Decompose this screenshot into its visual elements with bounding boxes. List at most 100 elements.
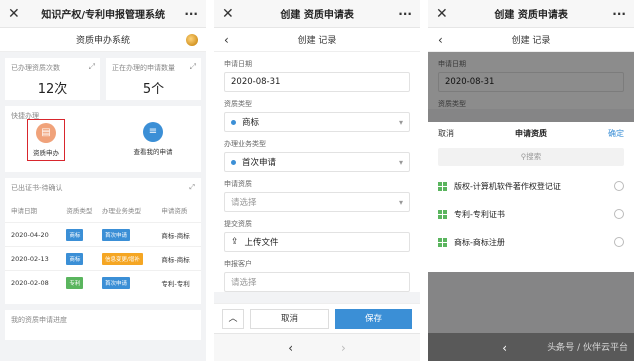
form-actions: ︿ 取消 保存 — [214, 303, 420, 333]
sheet-confirm-button[interactable]: 确定 — [608, 128, 624, 139]
back-icon[interactable]: ‹ — [438, 33, 443, 47]
type-tag: 专利 — [66, 276, 84, 289]
nav-forward-icon[interactable]: › — [341, 341, 346, 355]
phone-dashboard: ✕ 知识产权/专利申报管理系统 ··· 资质申办系统 已办理资质次数 ⤢ 12次… — [0, 0, 206, 361]
customer-select[interactable]: 请选择 — [224, 272, 410, 292]
chevron-down-icon: ▾ — [398, 197, 403, 207]
column-header: 申请资质 — [161, 207, 188, 215]
more-icon[interactable]: ··· — [398, 7, 412, 21]
option-item[interactable]: 商标-商标注册 — [428, 228, 634, 256]
chevron-down-icon: ▾ — [398, 157, 403, 167]
type-tag: 商标 — [66, 252, 84, 265]
field-placeholder: 请选择 — [231, 198, 257, 208]
phone-create-form: ✕ 创建 资质申请表 ··· ‹ 创建 记录 申请日期 2020-08-31 资… — [214, 0, 420, 361]
field-label: 申报客户 — [224, 260, 252, 268]
cell-date: 2020-04-20 — [11, 230, 49, 239]
expand-icon[interactable]: ⤢ — [189, 183, 195, 193]
option-label: 版权-计算机软件著作权登记证 — [454, 181, 561, 191]
close-icon[interactable]: ✕ — [8, 6, 22, 22]
cell-qualification: 商标-商标 — [161, 255, 190, 264]
upload-file-button[interactable]: ⇪ 上传文件 — [224, 232, 410, 252]
expand-icon[interactable]: ⤢ — [89, 62, 95, 72]
column-header: 办理业务类型 — [102, 207, 142, 215]
qualification-type-select[interactable]: 商标 ▾ — [224, 112, 410, 132]
stat-card-completed: 已办理资质次数 ⤢ 12次 — [5, 58, 100, 100]
window-title: 创建 资质申请表 — [494, 10, 568, 21]
search-placeholder: 搜索 — [526, 152, 542, 161]
view-my-applications-button[interactable]: ≡ 查看我的申请 — [123, 122, 183, 156]
cell-qualification: 专利-专利 — [161, 279, 190, 288]
top-bar: ✕ 创建 资质申请表 ··· — [214, 0, 420, 28]
application-form: 申请日期 2020-08-31 资质类型 商标 ▾ 办理业务类型 首次申请 ▾ 申请… — [214, 52, 420, 292]
field-label: 办理业务类型 — [224, 140, 266, 148]
date-field[interactable]: 2020-08-31 — [224, 72, 410, 92]
qualification-select[interactable]: 请选择 ▾ — [224, 192, 410, 212]
page-header: 资质申办系统 — [0, 28, 206, 52]
certificates-table-card: 已出证书-待确认 ⤢ 申请日期 资质类型 办理业务类型 申请资质 2020-04… — [5, 178, 201, 304]
close-icon[interactable]: ✕ — [436, 6, 450, 22]
apply-qualification-button[interactable]: ▤ 资质申办 — [27, 119, 65, 161]
radio-button[interactable] — [614, 181, 624, 191]
avatar[interactable] — [186, 33, 198, 46]
nav-back-icon[interactable]: ‹ — [502, 341, 507, 355]
screens: ✕ 知识产权/专利申报管理系统 ··· 资质申办系统 已办理资质次数 ⤢ 12次… — [0, 0, 640, 361]
quick-actions-card: 快捷办理 ▤ 资质申办 ≡ 查看我的申请 — [5, 106, 201, 172]
stat-card-in-progress: 正在办理的申请数量 ⤢ 5个 — [106, 58, 201, 100]
select-sheet: 取消 申请资质 确定 ⚲搜索 版权-计算机软件著作权登记证 专利-专利证书 商标… — [428, 122, 634, 272]
page-title: 创建 记录 — [511, 36, 551, 46]
table-row[interactable]: 2020-04-20 商标 首次申请 商标-商标 — [5, 222, 201, 246]
browser-nav: ‹ › — [214, 333, 420, 361]
progress-header: 我的资质申请进度 — [11, 316, 67, 324]
grid-icon — [438, 237, 447, 247]
save-button[interactable]: 保存 — [335, 308, 412, 329]
nav-back-icon[interactable]: ‹ — [288, 341, 293, 355]
phone-select-sheet: ✕ 创建 资质申请表 ··· ‹ 创建 记录 申请日期 2020-08-31 资… — [428, 0, 634, 361]
field-value: 商标 — [242, 118, 260, 128]
business-tag: 首次申请 — [102, 276, 131, 289]
option-item[interactable]: 版权-计算机软件著作权登记证 — [428, 172, 634, 200]
upload-icon: ⇪ — [231, 237, 239, 247]
table-header-bar: 已出证书-待确认 ⤢ — [5, 178, 201, 198]
stat-value: 5个 — [142, 82, 165, 97]
grid-icon — [438, 209, 447, 219]
field-value: 2020-08-31 — [231, 77, 281, 87]
business-type-select[interactable]: 首次申请 ▾ — [224, 152, 410, 172]
collapse-button[interactable]: ︿ — [222, 308, 244, 329]
quick-item-label: 查看我的申请 — [133, 148, 173, 156]
option-label: 专利-专利证书 — [454, 209, 505, 219]
status-dot-icon — [231, 159, 236, 165]
upload-label: 上传文件 — [244, 238, 279, 248]
stats-row: 已办理资质次数 ⤢ 12次 正在办理的申请数量 ⤢ 5个 — [0, 52, 206, 106]
page-title: 资质申办系统 — [75, 36, 130, 46]
expand-icon[interactable]: ⤢ — [190, 62, 196, 72]
radio-button[interactable] — [614, 237, 624, 247]
field-label: 申请日期 — [224, 60, 252, 68]
sheet-cancel-button[interactable]: 取消 — [438, 128, 454, 139]
table-head-row: 申请日期 资质类型 办理业务类型 申请资质 — [5, 198, 201, 222]
option-item[interactable]: 专利-专利证书 — [428, 200, 634, 228]
field-value: 首次申请 — [242, 158, 277, 168]
table-row[interactable]: 2020-02-08 专利 首次申请 专利-专利 — [5, 270, 201, 294]
table-row[interactable]: 2020-02-13 商标 信息变更/增补 商标-商标 — [5, 246, 201, 270]
search-input[interactable]: ⚲搜索 — [438, 148, 624, 166]
status-dot-icon — [231, 119, 236, 125]
business-tag: 信息变更/增补 — [102, 252, 143, 265]
field-label: 提交资质 — [224, 220, 252, 228]
cell-date: 2020-02-08 — [11, 278, 49, 287]
field-placeholder: 请选择 — [231, 278, 257, 288]
cancel-button[interactable]: 取消 — [250, 308, 329, 329]
radio-button[interactable] — [614, 209, 624, 219]
cell-date: 2020-02-13 — [11, 254, 49, 263]
more-icon[interactable]: ··· — [184, 7, 198, 21]
page-title: 创建 记录 — [297, 36, 337, 46]
field-label: 资质类型 — [224, 100, 252, 108]
back-icon[interactable]: ‹ — [224, 33, 229, 47]
business-tag: 首次申请 — [102, 228, 131, 241]
more-icon[interactable]: ··· — [612, 7, 626, 21]
table-title: 已出证书-待确认 — [11, 184, 63, 192]
stat-value: 12次 — [37, 82, 68, 97]
close-icon[interactable]: ✕ — [222, 6, 236, 22]
cell-qualification: 商标-商标 — [161, 231, 190, 240]
top-bar: ✕ 知识产权/专利申报管理系统 ··· — [0, 0, 206, 28]
window-title: 知识产权/专利申报管理系统 — [41, 10, 165, 21]
